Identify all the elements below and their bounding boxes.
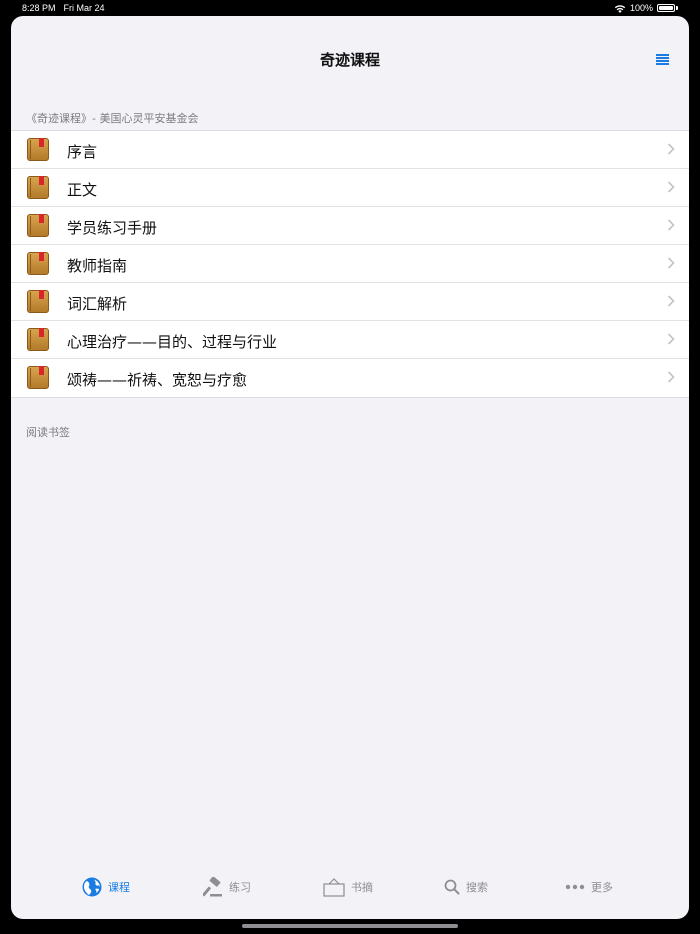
page-title: 奇迹课程 bbox=[319, 51, 380, 69]
tab-practice[interactable]: 练习 bbox=[203, 875, 251, 899]
book-icon bbox=[27, 176, 49, 199]
tab-label: 搜索 bbox=[466, 881, 488, 894]
chevron-right-icon bbox=[667, 371, 675, 383]
list-item-psychotherapy[interactable]: 心理治疗——目的、过程与行业 bbox=[11, 321, 689, 359]
chevron-right-icon bbox=[667, 143, 675, 155]
nav-bar: 奇迹课程 bbox=[11, 16, 689, 102]
tab-label: 课程 bbox=[108, 881, 130, 894]
chevron-right-icon bbox=[667, 219, 675, 231]
tab-label: 更多 bbox=[591, 881, 613, 894]
wifi-icon bbox=[614, 4, 626, 13]
tab-label: 练习 bbox=[229, 881, 251, 894]
battery-cap bbox=[676, 6, 678, 10]
tab-label: 书摘 bbox=[351, 881, 373, 894]
list-item-preface[interactable]: 序言 bbox=[11, 131, 689, 169]
globe-icon bbox=[82, 877, 102, 897]
list-item-label: 序言 bbox=[67, 143, 98, 161]
status-time: 8:28 PM bbox=[22, 3, 56, 13]
book-icon bbox=[27, 328, 49, 351]
book-icon bbox=[27, 214, 49, 237]
status-bar: 8:28 PM Fri Mar 24 100% bbox=[0, 0, 700, 16]
chevron-right-icon bbox=[667, 181, 675, 193]
list-item-label: 心理治疗——目的、过程与行业 bbox=[67, 333, 278, 351]
book-icon bbox=[27, 138, 49, 161]
chevron-right-icon bbox=[667, 295, 675, 307]
section-header-bookmarks: 阅读书签 bbox=[26, 426, 70, 439]
more-icon bbox=[565, 884, 585, 890]
list-icon[interactable] bbox=[656, 54, 669, 65]
list-item-teachers-manual[interactable]: 教师指南 bbox=[11, 245, 689, 283]
list-item-label: 正文 bbox=[67, 181, 98, 199]
battery-percent: 100% bbox=[629, 3, 653, 13]
list-item-label: 词汇解析 bbox=[67, 295, 128, 313]
list-item-label: 学员练习手册 bbox=[67, 219, 158, 237]
course-list: 序言 正文 学员练习手册 教师指南 词汇解析 心理治疗——目的、过程与行业 颂祷… bbox=[11, 130, 689, 398]
tab-bar: 课程 练习 书摘 搜索 更多 bbox=[11, 861, 689, 919]
tab-course[interactable]: 课程 bbox=[82, 875, 130, 899]
status-date: Fri Mar 24 bbox=[63, 3, 105, 13]
tab-more[interactable]: 更多 bbox=[565, 875, 613, 899]
list-item-label: 教师指南 bbox=[67, 257, 128, 275]
list-item-song-of-prayer[interactable]: 颂祷——祈祷、宽恕与疗愈 bbox=[11, 359, 689, 397]
book-icon bbox=[27, 290, 49, 313]
chevron-right-icon bbox=[667, 257, 675, 269]
chevron-right-icon bbox=[667, 333, 675, 345]
list-item-text[interactable]: 正文 bbox=[11, 169, 689, 207]
list-item-workbook[interactable]: 学员练习手册 bbox=[11, 207, 689, 245]
section-header-course: 《奇迹课程》- 美国心灵平安基金会 bbox=[26, 112, 199, 125]
list-item-label: 颂祷——祈祷、宽恕与疗愈 bbox=[67, 371, 248, 389]
book-icon bbox=[27, 252, 49, 275]
gavel-icon bbox=[203, 877, 222, 897]
search-icon bbox=[444, 879, 460, 895]
book-icon bbox=[27, 366, 49, 389]
tab-excerpts[interactable]: 书摘 bbox=[323, 875, 373, 899]
home-indicator bbox=[242, 924, 458, 928]
main-sheet: 奇迹课程 《奇迹课程》- 美国心灵平安基金会 序言 正文 学员练习手册 教师指南 bbox=[11, 16, 689, 919]
list-item-glossary[interactable]: 词汇解析 bbox=[11, 283, 689, 321]
battery-icon bbox=[657, 4, 675, 12]
tab-search[interactable]: 搜索 bbox=[444, 875, 488, 899]
basket-icon bbox=[323, 878, 345, 897]
